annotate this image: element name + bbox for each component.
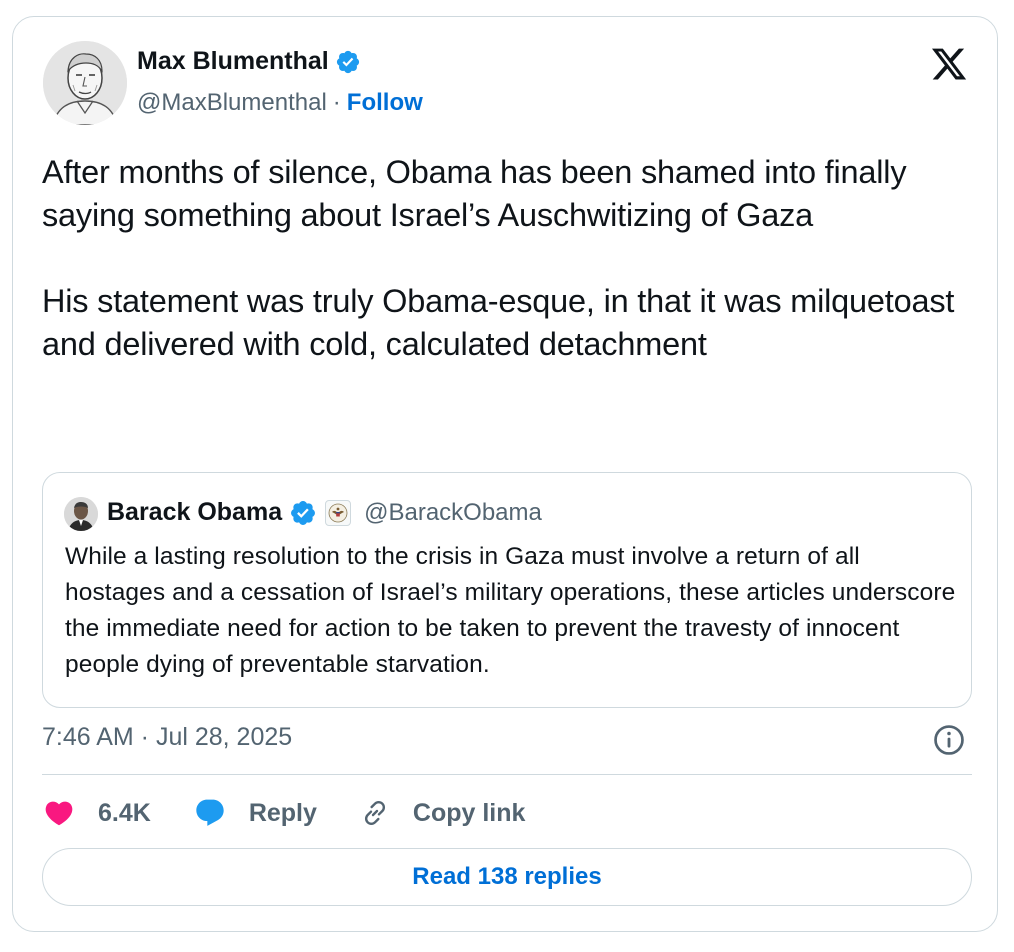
- us-seal-icon: [325, 499, 352, 526]
- separator-dot: ·: [332, 89, 341, 116]
- sketch-portrait-avatar-icon: [43, 41, 127, 125]
- tweet-embed-card: Max Blumenthal @MaxBlumenthal · Follow A…: [12, 16, 998, 932]
- quoted-tweet[interactable]: Barack Obama @BarackObama While a lastin…: [42, 472, 972, 708]
- copy-link-button[interactable]: Copy link: [359, 797, 526, 829]
- like-button[interactable]: 6.4K: [42, 797, 151, 829]
- author-handle[interactable]: @MaxBlumenthal: [137, 89, 327, 117]
- quoted-author-avatar[interactable]: [64, 497, 98, 531]
- reply-button[interactable]: Reply: [193, 797, 317, 829]
- reply-bubble-icon: [196, 799, 224, 826]
- heart-icon: [45, 801, 73, 826]
- x-logo-icon[interactable]: [929, 45, 969, 83]
- info-icon[interactable]: [932, 723, 966, 757]
- verified-badge-icon: [291, 500, 316, 525]
- tweet-timestamp[interactable]: 7:46 AM · Jul 28, 2025: [42, 723, 292, 752]
- quoted-tweet-text: While a lasting resolution to the crisis…: [65, 543, 956, 678]
- read-replies-button[interactable]: Read 138 replies: [42, 848, 972, 906]
- follow-button[interactable]: Follow: [347, 89, 423, 117]
- like-count: 6.4K: [98, 798, 151, 827]
- reply-label: Reply: [248, 798, 317, 827]
- author-name-text[interactable]: Max Blumenthal: [137, 47, 329, 76]
- quoted-tweet-header: Barack Obama @BarackObama: [107, 498, 542, 527]
- quoted-author-name[interactable]: Barack Obama: [107, 498, 282, 527]
- verified-badge-icon: [336, 50, 359, 73]
- portrait-avatar-icon: [64, 497, 98, 531]
- link-icon: [364, 800, 385, 826]
- tweet-text: After months of silence, Obama has been …: [42, 154, 955, 362]
- divider: [42, 774, 972, 775]
- author-name[interactable]: Max Blumenthal: [137, 47, 361, 76]
- author-handle-row: @MaxBlumenthal · Follow: [137, 89, 423, 117]
- tweet-actions: 6.4K Reply Copy link: [42, 791, 567, 835]
- author-avatar[interactable]: [43, 41, 127, 125]
- copy-link-label: Copy link: [412, 798, 526, 827]
- quoted-author-handle[interactable]: @BarackObama: [364, 499, 542, 527]
